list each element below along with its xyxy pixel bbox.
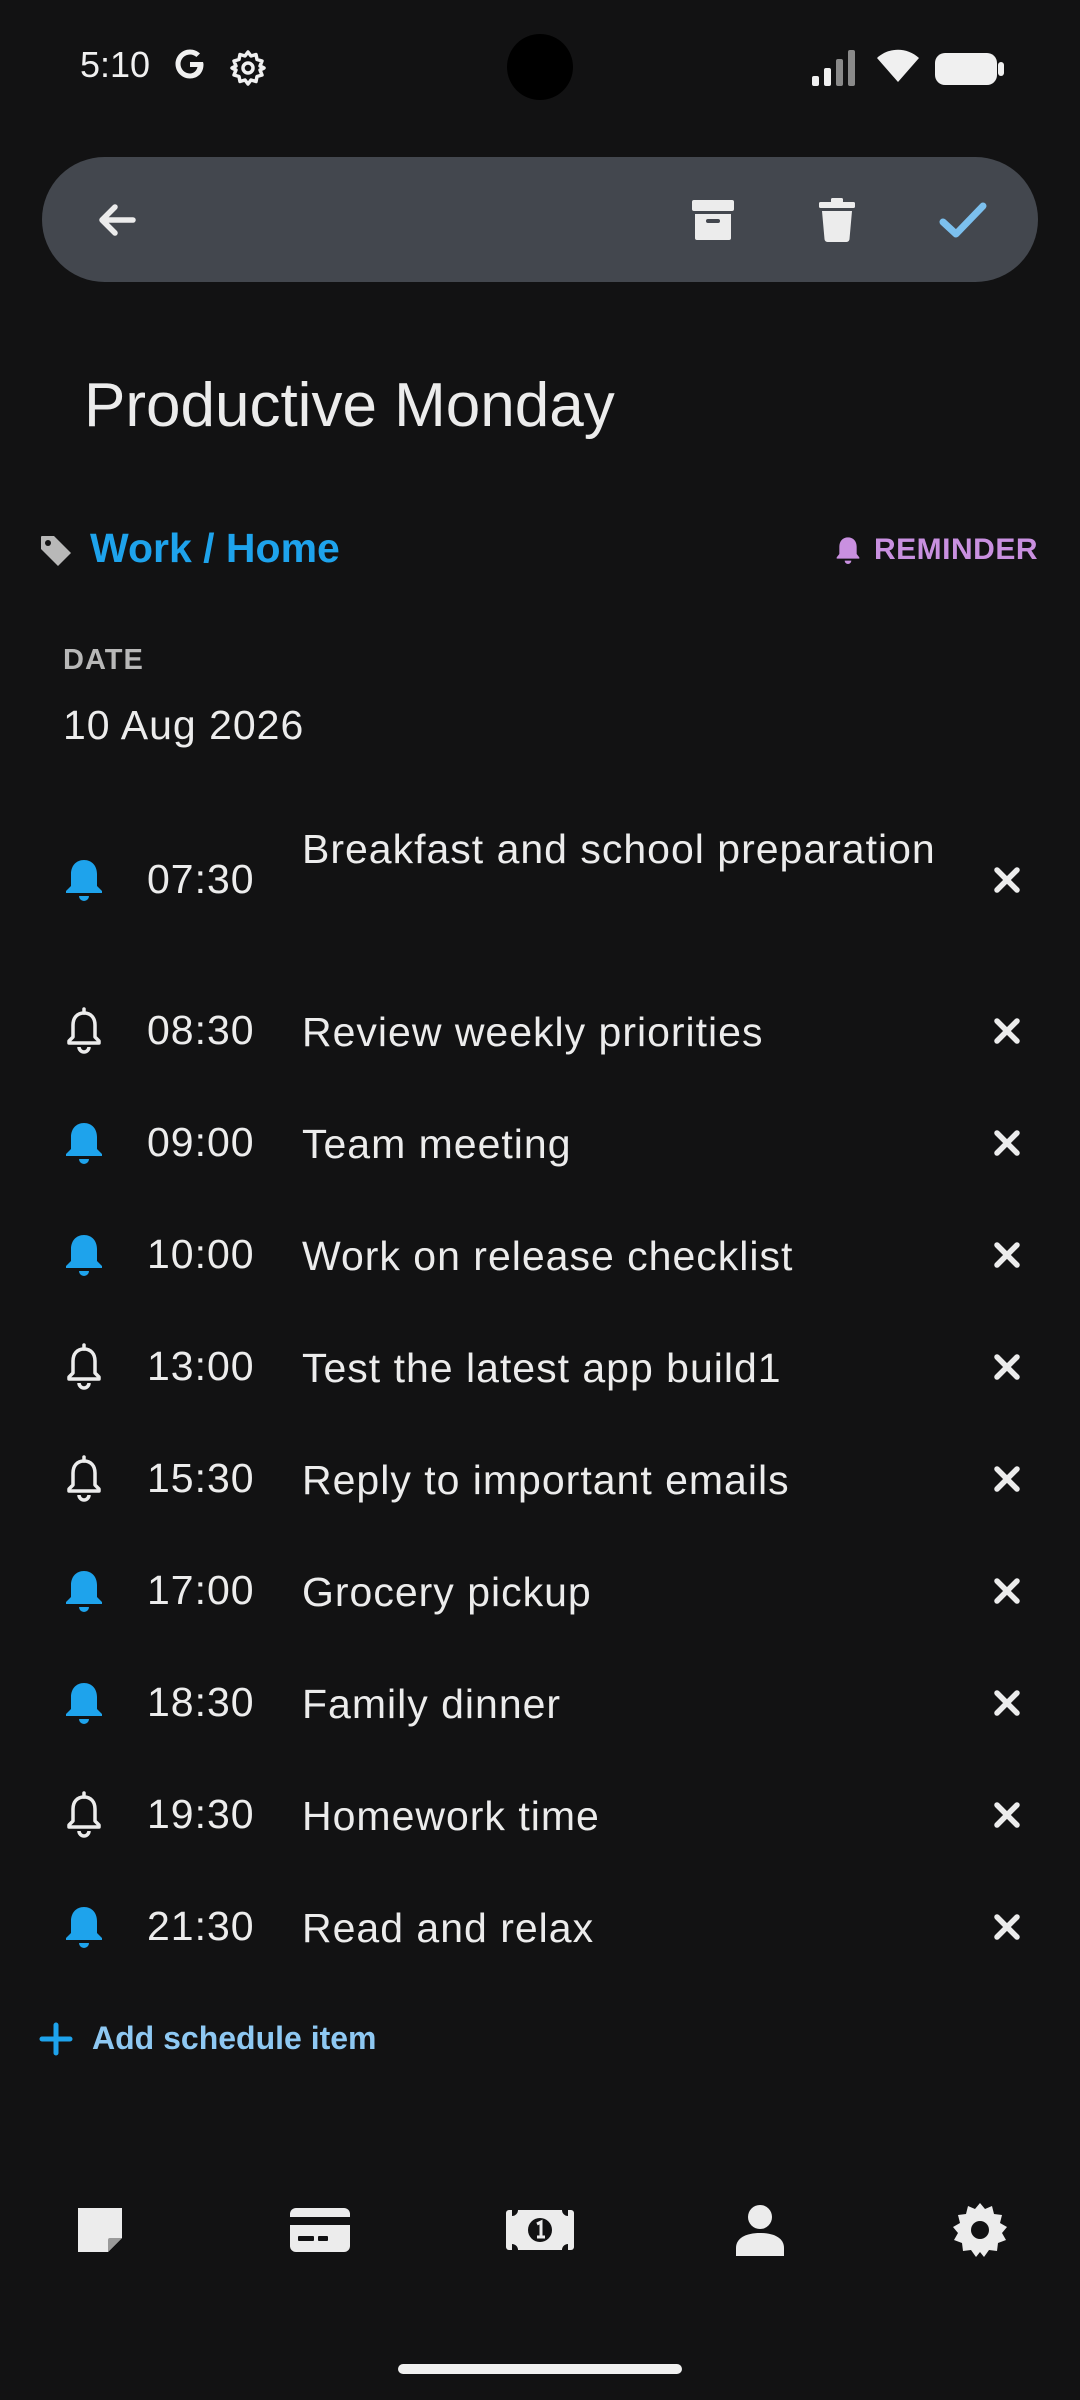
remove-item-icon[interactable] (990, 1686, 1024, 1720)
settings-gear-icon (230, 50, 266, 86)
schedule-task[interactable]: Homework time (302, 1785, 942, 1847)
tag-icon (41, 536, 71, 566)
bell-outline-icon[interactable] (60, 1343, 108, 1391)
screen: 5:10 Productive Monday Work / Home REMIN… (0, 0, 1080, 2400)
notes-icon (78, 2208, 122, 2252)
schedule-task[interactable]: Work on release checklist (302, 1225, 942, 1287)
bell-active-icon[interactable] (60, 1231, 108, 1279)
back-arrow-icon (99, 204, 136, 236)
person-icon (736, 2205, 784, 2256)
nav-profile[interactable] (720, 2190, 800, 2270)
schedule-time[interactable]: 21:30 (147, 1903, 255, 1950)
add-schedule-item-label: Add schedule item (92, 2020, 377, 2056)
plus-icon (39, 2022, 73, 2055)
schedule-task[interactable]: Family dinner (302, 1673, 942, 1735)
note-title[interactable]: Productive Monday (84, 370, 615, 441)
schedule-time[interactable]: 15:30 (147, 1455, 255, 1502)
schedule-time[interactable]: 17:00 (147, 1567, 255, 1614)
nav-settings[interactable] (940, 2190, 1020, 2270)
signal-icon (812, 50, 855, 86)
bell-outline-icon[interactable] (60, 1455, 108, 1503)
schedule-time[interactable]: 08:30 (147, 1007, 255, 1054)
remove-item-icon[interactable] (990, 863, 1024, 897)
bell-active-icon[interactable] (60, 1119, 108, 1167)
remove-item-icon[interactable] (990, 1798, 1024, 1832)
date-value[interactable]: 10 Aug 2026 (63, 702, 304, 749)
status-bar: 5:10 (0, 0, 1080, 135)
remove-item-icon[interactable] (990, 1238, 1024, 1272)
delete-button[interactable] (804, 187, 870, 253)
nav-cards[interactable] (280, 2190, 360, 2270)
remove-item-icon[interactable] (990, 1462, 1024, 1496)
schedule-task[interactable]: Test the latest app build1 (302, 1337, 942, 1399)
check-icon (939, 202, 987, 238)
schedule-time[interactable]: 07:30 (147, 856, 255, 903)
cash-icon (506, 2210, 574, 2250)
bell-active-icon[interactable] (60, 1903, 108, 1951)
remove-item-icon[interactable] (990, 1126, 1024, 1160)
wifi-icon (877, 49, 919, 82)
top-action-bar (42, 157, 1038, 282)
reminder-label: REMINDER (873, 533, 1038, 566)
nav-notes[interactable] (60, 2190, 140, 2270)
back-button[interactable] (84, 187, 150, 253)
schedule-time[interactable]: 09:00 (147, 1119, 255, 1166)
bell-active-icon[interactable] (60, 1679, 108, 1727)
remove-item-icon[interactable] (990, 1014, 1024, 1048)
trash-icon (819, 198, 855, 242)
card-icon (290, 2208, 350, 2252)
nav-cash[interactable] (500, 2190, 580, 2270)
settings-icon (953, 2203, 1007, 2257)
remove-item-icon[interactable] (990, 1574, 1024, 1608)
schedule-time[interactable]: 18:30 (147, 1679, 255, 1726)
remove-item-icon[interactable] (990, 1350, 1024, 1384)
schedule-task[interactable]: Reply to important emails (302, 1449, 942, 1511)
bell-icon (836, 537, 860, 564)
add-schedule-item-button[interactable]: Add schedule item (38, 2020, 377, 2057)
bell-outline-icon[interactable] (60, 1791, 108, 1839)
schedule-time[interactable]: 13:00 (147, 1343, 255, 1390)
bell-active-icon[interactable] (60, 856, 108, 904)
google-g-icon (175, 49, 204, 79)
bottom-nav (0, 2190, 1080, 2300)
archive-button[interactable] (680, 187, 746, 253)
schedule-time[interactable]: 10:00 (147, 1231, 255, 1278)
bell-active-icon[interactable] (60, 1567, 108, 1615)
schedule-task[interactable]: Review weekly priorities (302, 1001, 942, 1063)
schedule-task[interactable]: Breakfast and school preparation (302, 818, 942, 880)
tag-label[interactable]: Work / Home (90, 525, 340, 572)
schedule-time[interactable]: 19:30 (147, 1791, 255, 1838)
save-button[interactable] (930, 187, 996, 253)
schedule-task[interactable]: Team meeting (302, 1113, 942, 1175)
bell-outline-icon[interactable] (60, 1007, 108, 1055)
camera-cutout (507, 34, 573, 100)
schedule-task[interactable]: Grocery pickup (302, 1561, 942, 1623)
remove-item-icon[interactable] (990, 1910, 1024, 1944)
reminder-button[interactable]: REMINDER (832, 533, 1038, 567)
archive-icon (692, 200, 734, 240)
battery-icon (935, 53, 1004, 85)
status-time: 5:10 (80, 44, 151, 85)
date-label: DATE (63, 644, 144, 676)
home-indicator[interactable] (398, 2364, 682, 2374)
schedule-task[interactable]: Read and relax (302, 1897, 942, 1959)
